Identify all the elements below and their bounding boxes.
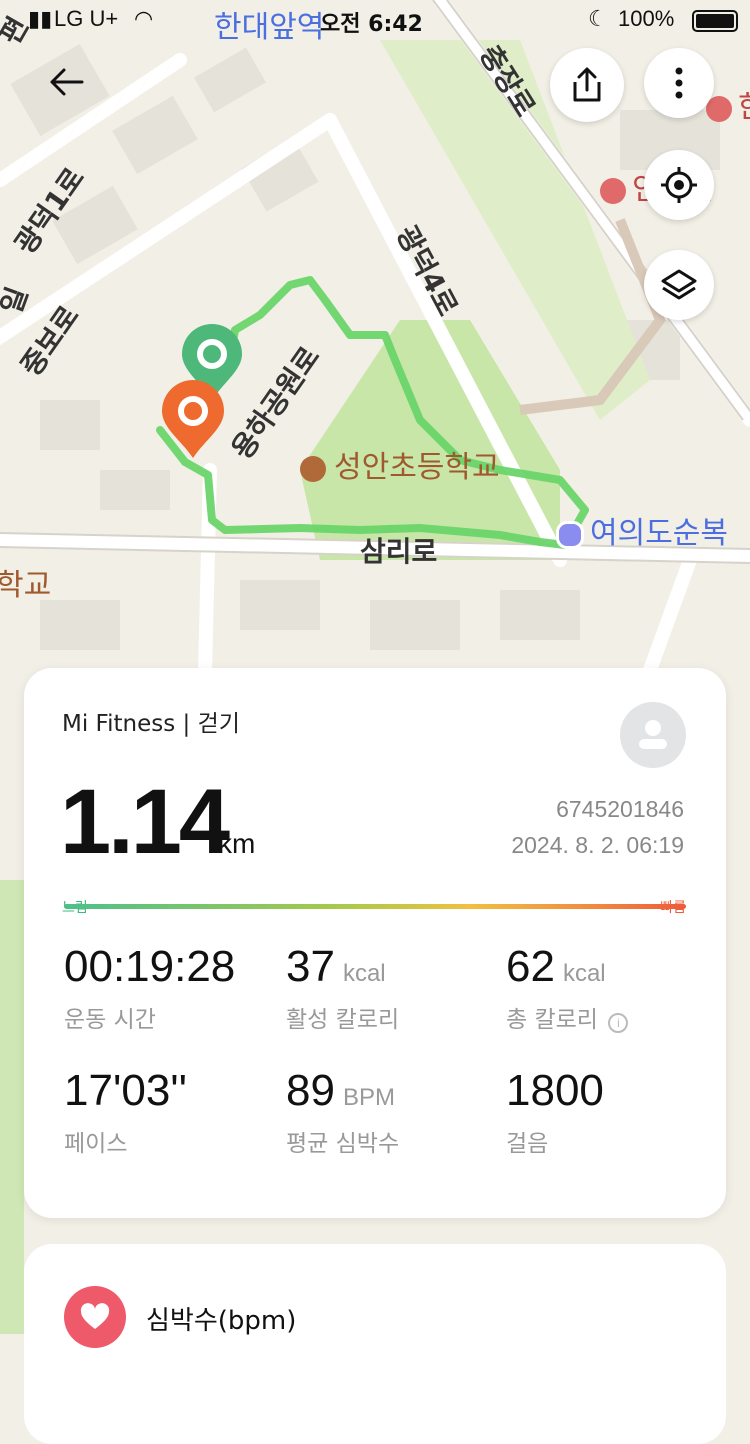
distance-unit: km bbox=[218, 828, 256, 859]
pace-gradient-bar bbox=[64, 904, 686, 909]
subway-poi[interactable]: 여의도순복 bbox=[556, 508, 728, 552]
stat-label: 평균 심박수 bbox=[286, 1131, 400, 1157]
subway-dot-icon bbox=[556, 520, 584, 549]
stat-value: 89 bbox=[286, 1066, 335, 1115]
end-pin[interactable] bbox=[160, 380, 226, 465]
avatar[interactable] bbox=[620, 702, 686, 768]
layers-icon bbox=[661, 269, 697, 300]
share-button[interactable] bbox=[550, 48, 624, 122]
more-vertical-icon bbox=[675, 67, 683, 99]
distance-value: 1.14 bbox=[60, 771, 230, 873]
stat-avg-heart-rate: 89 BPM 평균 심박수 bbox=[286, 1066, 399, 1158]
crosshair-icon bbox=[661, 167, 697, 203]
stat-label: 운동 시간 bbox=[64, 1007, 156, 1033]
stat-value: 62 bbox=[506, 942, 555, 991]
stat-active-calories: 37 kcal 활성 칼로리 bbox=[286, 942, 399, 1034]
station-label: 한대앞역 bbox=[214, 10, 325, 45]
stat-label: 총 칼로리 bbox=[506, 1007, 598, 1033]
share-icon bbox=[573, 67, 601, 102]
school-icon bbox=[300, 455, 326, 482]
layers-button[interactable] bbox=[644, 250, 714, 320]
stat-label: 페이스 bbox=[64, 1131, 128, 1157]
wifi-icon: ◠ bbox=[134, 6, 154, 31]
heart-rate-title: 심박수(bpm) bbox=[146, 1306, 297, 1336]
heart-icon-badge bbox=[64, 1286, 126, 1348]
end-pin-icon bbox=[162, 380, 224, 458]
stat-value: 17'03'' bbox=[64, 1066, 188, 1115]
stat-pace: 17'03'' 페이스 bbox=[64, 1066, 187, 1158]
stat-value: 37 bbox=[286, 942, 335, 991]
back-arrow-icon bbox=[50, 68, 84, 96]
stat-label: 걸음 bbox=[506, 1131, 549, 1157]
workout-summary-card: Mi Fitness | 걷기 1.14 km 6745201846 2024.… bbox=[24, 668, 726, 1218]
battery-percent: 100% bbox=[618, 6, 675, 31]
clock: 오전 6:42 bbox=[320, 12, 423, 37]
stat-duration: 00:19:28 운동 시간 bbox=[64, 942, 235, 1034]
locate-button[interactable] bbox=[644, 150, 714, 220]
school-poi[interactable]: 성안초등학교 bbox=[300, 442, 500, 486]
stat-value: 1800 bbox=[506, 1066, 604, 1115]
info-icon[interactable]: i bbox=[608, 1012, 629, 1033]
stat-steps: 1800 걸음 bbox=[506, 1066, 604, 1158]
stat-total-calories: 62 kcal 총 칼로리 i bbox=[506, 942, 629, 1034]
heart-rate-card[interactable]: 심박수(bpm) bbox=[24, 1244, 726, 1444]
hospital-icon bbox=[600, 177, 626, 204]
workout-source: Mi Fitness | 걷기 bbox=[62, 711, 240, 737]
stat-unit: BPM bbox=[342, 1084, 395, 1111]
record-date: 2024. 8. 2. 06:19 bbox=[511, 832, 684, 858]
moon-icon: ☾ bbox=[588, 6, 608, 31]
back-button[interactable] bbox=[46, 62, 96, 108]
stat-label: 활성 칼로리 bbox=[286, 1007, 400, 1033]
school-poi-left: 학교 bbox=[0, 568, 52, 603]
record-id: 6745201846 bbox=[556, 796, 684, 822]
status-bar: ▮▮ LG U+ ◠ 한대앞역 오전 6:42 ☾ 100% bbox=[0, 0, 750, 45]
stat-unit: kcal bbox=[342, 960, 386, 987]
battery-icon bbox=[692, 10, 738, 32]
stat-value: 00:19:28 bbox=[64, 942, 236, 991]
heart-icon bbox=[80, 1303, 110, 1329]
user-icon bbox=[639, 720, 667, 749]
stat-unit: kcal bbox=[562, 960, 606, 987]
road-label-samri: 삼리로 bbox=[360, 535, 438, 568]
more-button[interactable] bbox=[644, 48, 714, 118]
carrier-label: LG U+ bbox=[54, 6, 119, 31]
signal-icon: ▮▮ bbox=[28, 6, 53, 31]
